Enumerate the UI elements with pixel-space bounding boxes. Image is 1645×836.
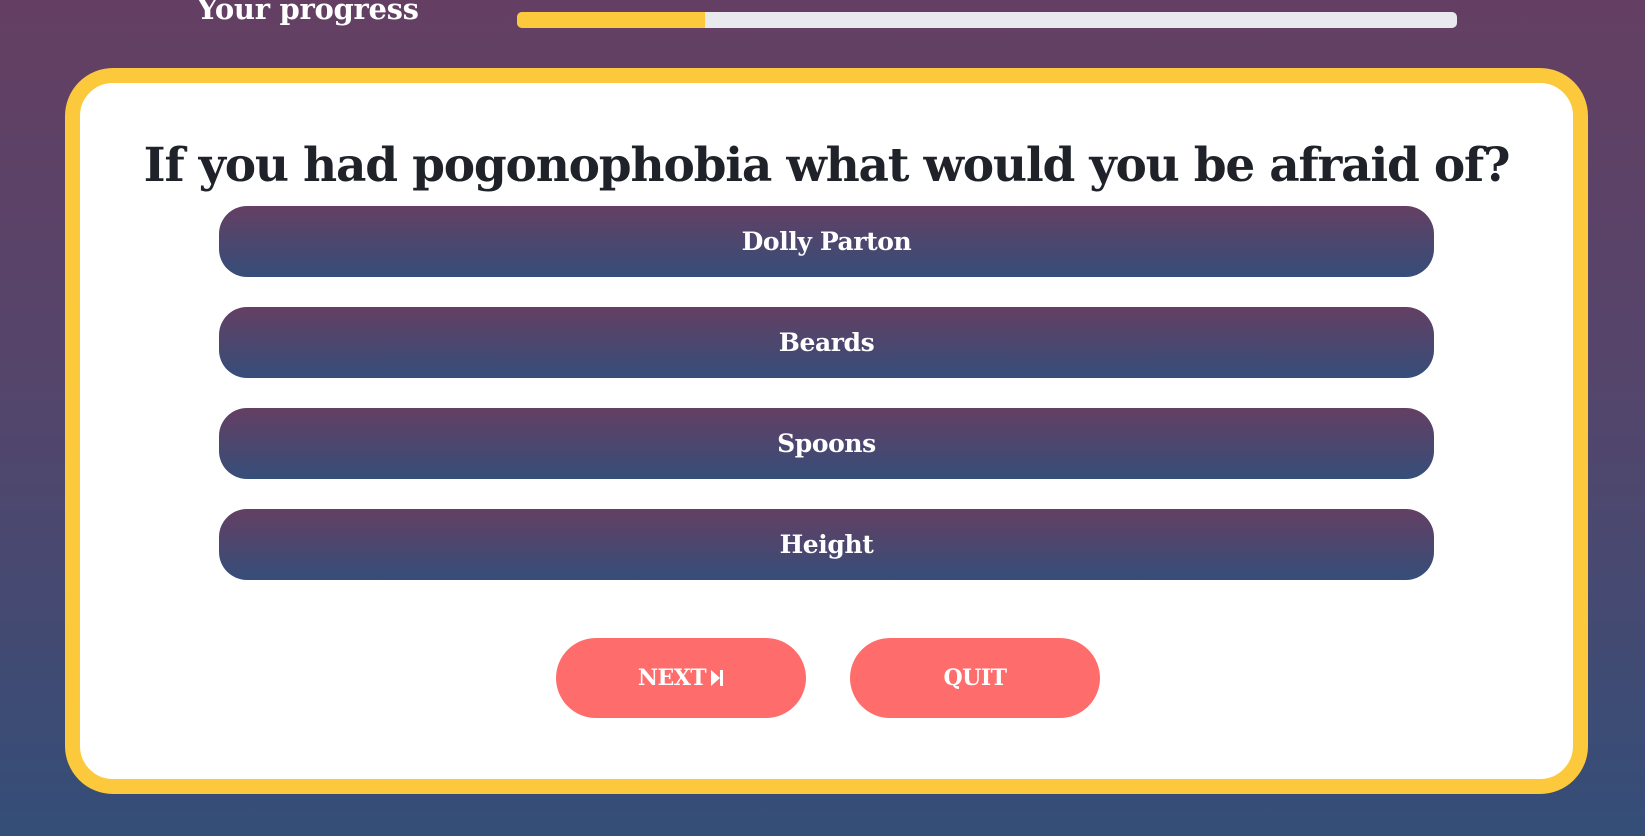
progress-bar xyxy=(517,12,1457,28)
next-button[interactable]: NEXT xyxy=(556,638,806,718)
progress-label: Your progress xyxy=(197,0,419,26)
skip-next-icon xyxy=(711,670,724,686)
answer-button-2[interactable]: Beards xyxy=(219,307,1434,378)
answer-button-4[interactable]: Height xyxy=(219,509,1434,580)
progress-fill xyxy=(517,12,705,28)
question-text: If you had pogonophobia what would you b… xyxy=(143,138,1511,193)
answer-button-1[interactable]: Dolly Parton xyxy=(219,206,1434,277)
quit-button[interactable]: QUIT xyxy=(850,638,1100,718)
answer-button-3[interactable]: Spoons xyxy=(219,408,1434,479)
next-button-label: NEXT xyxy=(637,665,707,691)
quiz-card: If you had pogonophobia what would you b… xyxy=(65,68,1588,794)
